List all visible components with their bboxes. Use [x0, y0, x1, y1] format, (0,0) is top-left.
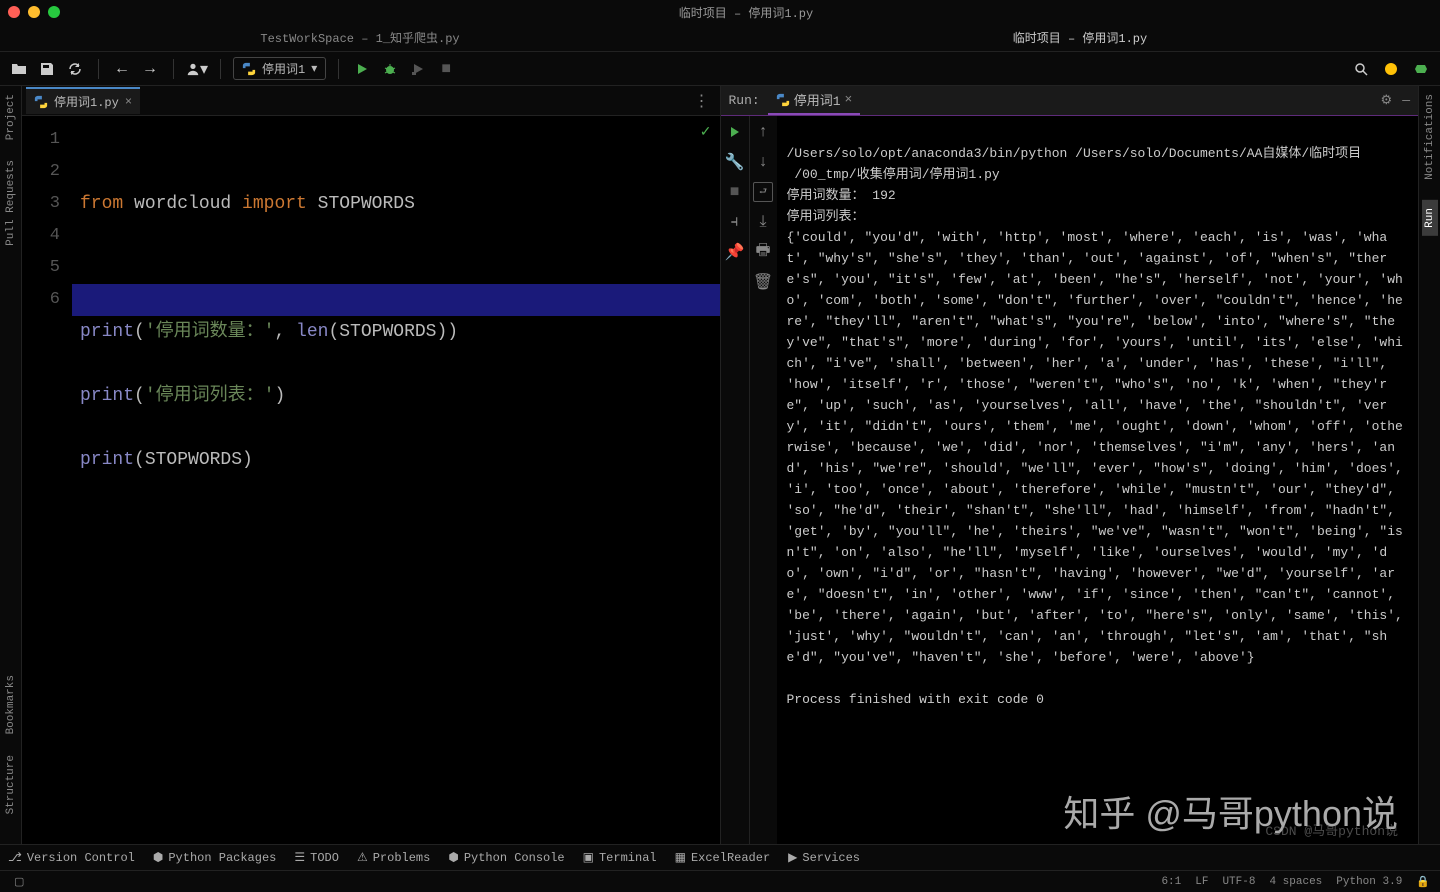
- open-icon[interactable]: [8, 58, 30, 80]
- search-icon[interactable]: [1350, 58, 1372, 80]
- layout-icon[interactable]: ⫞: [725, 212, 745, 232]
- stop-button[interactable]: ■: [435, 58, 457, 80]
- status-lock-icon[interactable]: 🔒: [1416, 875, 1430, 889]
- bottom-excel-reader[interactable]: ▦ExcelReader: [675, 850, 771, 865]
- tab-more-icon[interactable]: ⋮: [688, 91, 716, 111]
- wrap-icon[interactable]: ⮐: [753, 182, 773, 202]
- back-icon[interactable]: ←: [111, 58, 133, 80]
- sidebar-bookmarks[interactable]: Bookmarks: [5, 675, 17, 734]
- run-minimize-icon[interactable]: —: [1402, 93, 1410, 108]
- bottom-todo[interactable]: ☰TODO: [294, 850, 339, 865]
- stop-run-button[interactable]: ■: [725, 182, 745, 202]
- status-position[interactable]: 6:1: [1161, 876, 1181, 888]
- run-settings-icon[interactable]: ⚙: [1381, 93, 1393, 108]
- run-label: Run:: [729, 93, 760, 108]
- close-window[interactable]: [8, 6, 20, 18]
- bottom-services[interactable]: ▶Services: [788, 850, 860, 865]
- run-tab[interactable]: 停用词1 ×: [768, 86, 861, 115]
- bottom-python-console[interactable]: ⬢Python Console: [448, 850, 564, 865]
- up-icon[interactable]: ↑: [753, 122, 773, 142]
- codewithme-icon[interactable]: [1380, 58, 1402, 80]
- hover-icon[interactable]: ▢: [14, 875, 24, 889]
- bottom-version-control[interactable]: ⎇Version Control: [8, 850, 135, 865]
- bottom-problems[interactable]: ⚠Problems: [357, 850, 430, 865]
- project-tab-left[interactable]: TestWorkSpace – 1_知乎爬虫.py: [0, 24, 720, 51]
- wrench-icon[interactable]: 🔧: [725, 152, 745, 172]
- run-config-name: 停用词1: [262, 60, 305, 77]
- project-tab-right[interactable]: 临时项目 – 停用词1.py: [720, 24, 1440, 51]
- maximize-window[interactable]: [48, 6, 60, 18]
- status-indent[interactable]: 4 spaces: [1269, 876, 1322, 888]
- user-icon[interactable]: ▾: [186, 58, 208, 80]
- file-tab[interactable]: 停用词1.py ×: [26, 87, 140, 114]
- down-icon[interactable]: ↓: [753, 152, 773, 172]
- pin-icon[interactable]: 📌: [725, 242, 745, 262]
- sidebar-run[interactable]: Run: [1422, 200, 1438, 236]
- sidebar-notifications[interactable]: Notifications: [1424, 94, 1436, 180]
- bottom-terminal[interactable]: ▣Terminal: [583, 850, 657, 865]
- code-editor[interactable]: from wordcloud import STOPWORDS print('停…: [72, 116, 720, 844]
- sync-icon[interactable]: [64, 58, 86, 80]
- close-run-tab-icon[interactable]: ×: [845, 92, 853, 107]
- print-icon[interactable]: 🖶: [753, 242, 773, 262]
- bottom-python-packages[interactable]: ⬢Python Packages: [153, 850, 277, 865]
- run-button[interactable]: [351, 58, 373, 80]
- console-output[interactable]: /Users/solo/opt/anaconda3/bin/python /Us…: [777, 116, 1419, 844]
- close-tab-icon[interactable]: ×: [125, 95, 132, 109]
- save-icon[interactable]: [36, 58, 58, 80]
- window-title: 临时项目 – 停用词1.py: [60, 4, 1432, 21]
- rerun-button[interactable]: [725, 122, 745, 142]
- forward-icon[interactable]: →: [139, 58, 161, 80]
- coverage-button[interactable]: [407, 58, 429, 80]
- csdn-watermark: CSDN @马哥python说: [1265, 821, 1398, 842]
- line-gutter: 123456: [22, 116, 72, 844]
- file-tab-name: 停用词1.py: [54, 93, 119, 110]
- ide-updates-icon[interactable]: [1410, 58, 1432, 80]
- scroll-icon[interactable]: ⤓: [753, 212, 773, 232]
- trash-icon[interactable]: 🗑: [753, 272, 773, 292]
- sidebar-structure[interactable]: Structure: [5, 755, 17, 814]
- sidebar-pull-requests[interactable]: Pull Requests: [5, 160, 17, 246]
- run-config-selector[interactable]: 停用词1 ▾: [233, 57, 326, 80]
- sidebar-project[interactable]: Project: [5, 94, 17, 140]
- status-interpreter[interactable]: Python 3.9: [1336, 876, 1402, 888]
- minimize-window[interactable]: [28, 6, 40, 18]
- status-encoding[interactable]: UTF-8: [1222, 876, 1255, 888]
- chevron-down-icon: ▾: [311, 61, 317, 76]
- status-line-ending[interactable]: LF: [1195, 876, 1208, 888]
- debug-button[interactable]: [379, 58, 401, 80]
